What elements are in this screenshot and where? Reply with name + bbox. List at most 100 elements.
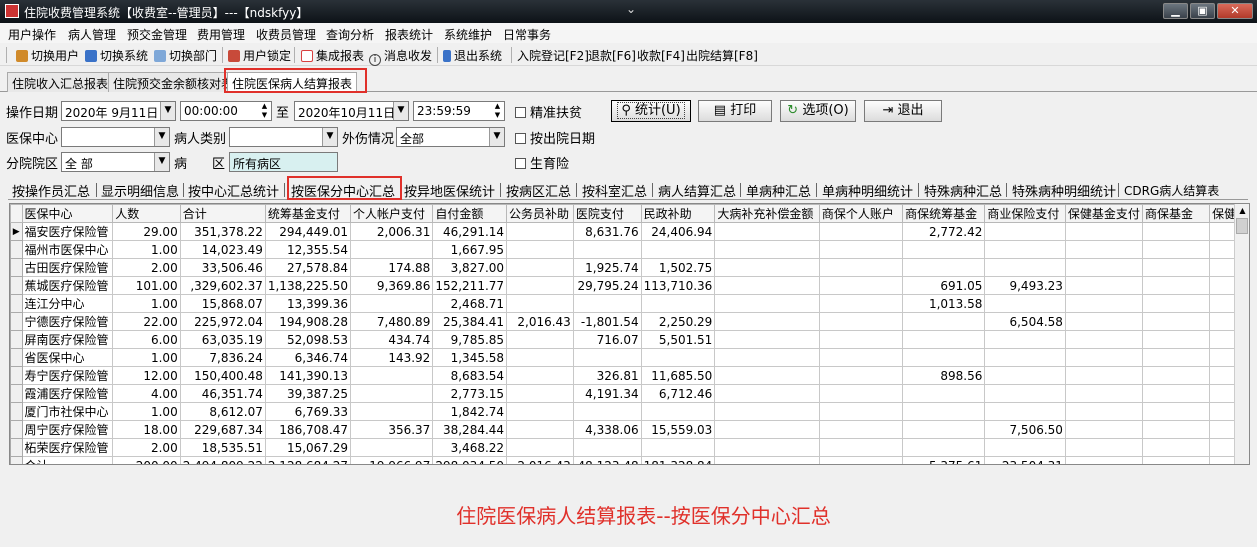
table-cell[interactable]: 29.00 [112, 222, 181, 241]
table-cell[interactable]: 1,502.75 [640, 258, 716, 277]
discharge-date-checkbox[interactable]: 按出院日期 [515, 128, 595, 147]
chevron-down-icon[interactable]: ⌄ [626, 2, 636, 16]
end-time-input[interactable]: 23:59:59 ▲ ▼ [413, 101, 505, 121]
table-cell[interactable] [350, 240, 434, 259]
table-cell[interactable]: 2,773.15 [432, 384, 508, 403]
precise-poverty-checkbox[interactable]: 精准扶贫 [515, 102, 582, 121]
table-cell[interactable]: -1,801.54 [572, 312, 642, 331]
table-cell[interactable] [984, 366, 1066, 385]
table-cell[interactable] [1141, 438, 1211, 457]
row-indicator[interactable] [10, 258, 23, 277]
table-cell[interactable]: 19,966.97 [350, 456, 434, 464]
table-cell[interactable] [902, 420, 986, 439]
table-cell[interactable]: 194,908.28 [264, 312, 352, 331]
subtab-operator[interactable]: 按操作员汇总 [12, 181, 90, 200]
table-cell[interactable] [1064, 348, 1143, 367]
lock-user-button[interactable]: 用户锁定 [228, 47, 291, 64]
table-cell[interactable]: 7,480.89 [350, 312, 434, 331]
table-cell[interactable] [984, 222, 1066, 241]
table-cell[interactable]: 2,016.43 [506, 312, 574, 331]
switch-dept-button[interactable]: 切换部门 [154, 47, 217, 64]
table-cell[interactable] [506, 420, 574, 439]
subtab-special-disease-detail[interactable]: 特殊病种明细统计 [1012, 181, 1116, 200]
print-button[interactable]: ▤ 打印 [698, 100, 772, 122]
table-cell[interactable] [1141, 420, 1211, 439]
table-cell[interactable] [714, 276, 820, 295]
table-cell[interactable]: 434.74 [350, 330, 434, 349]
table-cell[interactable] [1141, 402, 1211, 421]
center-name-cell[interactable]: 霞浦医疗保险管 [21, 384, 114, 403]
table-cell[interactable] [714, 330, 820, 349]
table-cell[interactable] [506, 276, 574, 295]
table-cell[interactable] [818, 456, 904, 464]
column-header[interactable]: 自付金额 [432, 204, 508, 223]
table-row[interactable]: 霞浦医疗保险管 4.00 46,351.74 39,387.25 2,773.15 4,1… [10, 384, 1249, 403]
refund-button[interactable]: 退款[F6] [588, 47, 636, 64]
table-cell[interactable] [1064, 240, 1143, 259]
menu-daily[interactable]: 日常事务 [503, 26, 551, 43]
table-cell[interactable] [1141, 240, 1211, 259]
scroll-up-icon[interactable]: ▲ [1235, 204, 1249, 218]
chevron-down-icon[interactable]: ▼ [154, 153, 169, 171]
table-row[interactable]: 寿宁医疗保险管 12.00 150,400.48 141,390.13 8,683.54… [10, 366, 1249, 385]
table-cell[interactable]: 7,506.50 [984, 420, 1066, 439]
row-indicator[interactable] [10, 330, 23, 349]
admission-button[interactable]: 入院登记[F2] [517, 47, 589, 64]
table-cell[interactable]: 2,016.43 [506, 456, 574, 464]
table-cell[interactable] [1141, 312, 1211, 331]
table-cell[interactable] [714, 384, 820, 403]
subtab-special-disease[interactable]: 特殊病种汇总 [924, 181, 1002, 200]
table-cell[interactable] [902, 330, 986, 349]
chevron-down-icon[interactable]: ▼ [160, 102, 175, 120]
chevron-down-icon[interactable]: ▼ [154, 128, 169, 146]
payment-button[interactable]: 收款[F4] [637, 47, 685, 64]
chevron-down-icon[interactable]: ▼ [322, 128, 337, 146]
table-cell[interactable] [1141, 276, 1211, 295]
table-cell[interactable] [1064, 438, 1143, 457]
table-cell[interactable] [506, 222, 574, 241]
table-cell[interactable] [350, 438, 434, 457]
subtab-center[interactable]: 按中心汇总统计 [188, 181, 279, 200]
table-row[interactable]: ▶ 福安医疗保险管 29.00 351,378.22 294,449.01 2,006.3… [10, 222, 1249, 241]
table-cell[interactable]: 181,328.84 [640, 456, 716, 464]
branch-select[interactable]: 全 部 ▼ [61, 152, 170, 172]
column-header[interactable]: 保健基金支付 [1064, 204, 1143, 223]
table-cell[interactable] [1064, 294, 1143, 313]
table-cell[interactable]: 12.00 [112, 366, 181, 385]
table-cell[interactable]: 143.92 [350, 348, 434, 367]
table-cell[interactable]: 29,795.24 [572, 276, 642, 295]
table-cell[interactable]: 46,291.14 [432, 222, 508, 241]
table-cell[interactable] [1141, 258, 1211, 277]
table-cell[interactable] [818, 348, 904, 367]
table-cell[interactable] [818, 312, 904, 331]
menu-maintenance[interactable]: 系统维护 [444, 26, 492, 43]
table-cell[interactable]: 2,006.31 [350, 222, 434, 241]
patient-type-select[interactable]: ▼ [229, 127, 338, 147]
table-cell[interactable]: 1.00 [112, 348, 181, 367]
table-cell[interactable] [1141, 348, 1211, 367]
table-cell[interactable] [1141, 366, 1211, 385]
table-cell[interactable]: 3,827.00 [432, 258, 508, 277]
table-cell[interactable]: 326.81 [572, 366, 642, 385]
table-cell[interactable]: 6.00 [112, 330, 181, 349]
table-cell[interactable] [640, 402, 716, 421]
table-cell[interactable] [506, 402, 574, 421]
table-cell[interactable]: 186,708.47 [264, 420, 352, 439]
exit-button[interactable]: ⇥ 退出 [864, 100, 942, 122]
table-cell[interactable] [818, 438, 904, 457]
table-row[interactable]: 福州市医保中心 1.00 14,023.49 12,355.54 1,667.95 [10, 240, 1249, 259]
table-cell[interactable] [1141, 330, 1211, 349]
row-indicator[interactable] [10, 366, 23, 385]
table-cell[interactable]: 898.56 [902, 366, 986, 385]
discharge-settle-button[interactable]: 出院结算[F8] [686, 47, 758, 64]
table-cell[interactable]: 4.00 [112, 384, 181, 403]
table-cell[interactable] [1064, 384, 1143, 403]
chevron-down-icon[interactable]: ▼ [489, 128, 504, 146]
table-cell[interactable] [818, 294, 904, 313]
table-cell[interactable] [1064, 420, 1143, 439]
table-cell[interactable] [714, 366, 820, 385]
subtab-cdrg[interactable]: CDRG病人结算表 [1124, 182, 1219, 199]
column-header[interactable]: 合计 [179, 204, 266, 223]
table-row[interactable]: 厦门市社保中心 1.00 8,612.07 6,769.33 1,842.74 [10, 402, 1249, 421]
table-cell[interactable]: 18.00 [112, 420, 181, 439]
